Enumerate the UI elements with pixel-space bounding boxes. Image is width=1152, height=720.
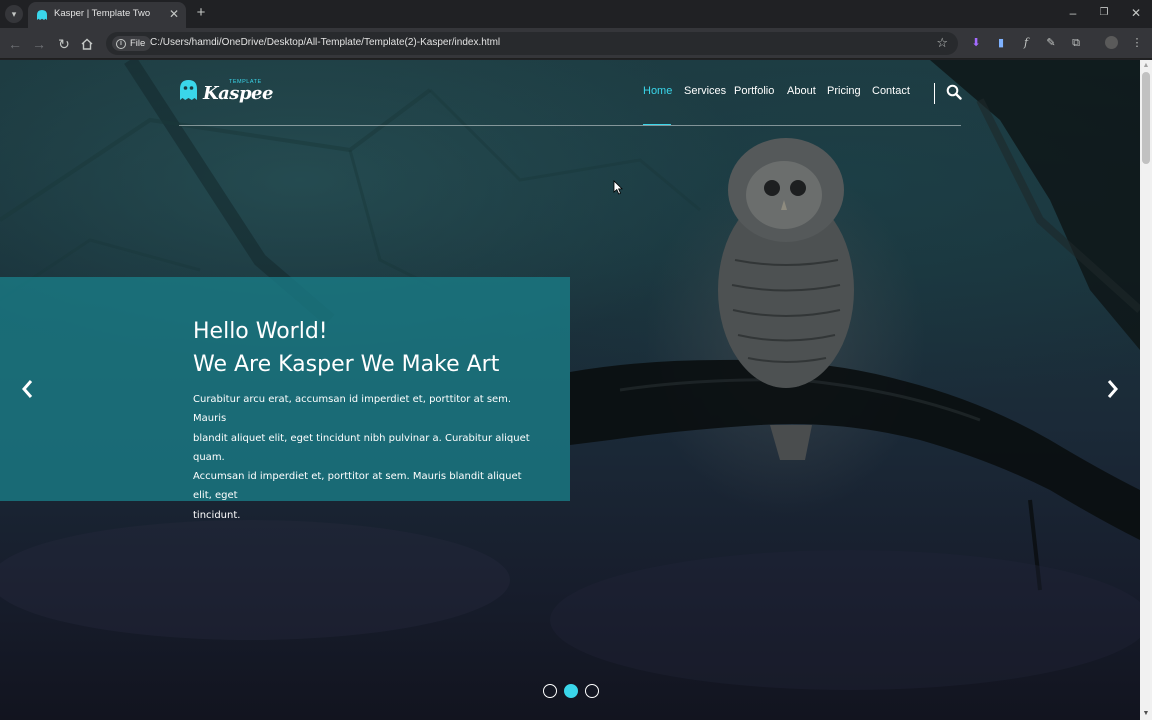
new-tab-plus-icon[interactable]: + — [193, 4, 209, 22]
nav-link-home[interactable]: Home — [643, 85, 672, 97]
hero-description-line2: blandit aliquet elit, eget tincidunt nib… — [193, 432, 530, 463]
tab-title: Kasper | Template Two — [54, 8, 151, 19]
scroll-up-arrow-icon[interactable]: ▲ — [1140, 60, 1152, 72]
hero-headline-line2: We Are Kasper We Make Art — [193, 352, 500, 377]
scroll-down-arrow-icon[interactable]: ▼ — [1140, 708, 1152, 720]
kasper-logo[interactable]: TEMPLATE Kaspee — [179, 78, 273, 106]
page-viewport: TEMPLATE Kaspee Home Services Portfolio … — [0, 60, 1140, 720]
extension-docs-icon[interactable]: ▮ — [994, 36, 1008, 50]
slider-prev-chevron-left-icon[interactable] — [19, 378, 35, 400]
nav-link-about[interactable]: About — [787, 85, 816, 97]
nav-link-services[interactable]: Services — [684, 85, 726, 97]
extension-eyedropper-icon[interactable]: ✎ — [1044, 36, 1058, 50]
home-icon[interactable] — [80, 37, 94, 51]
profile-avatar[interactable] — [1105, 36, 1118, 49]
header-underline — [179, 125, 961, 126]
extensions-puzzle-icon[interactable]: ⧉ — [1069, 36, 1083, 50]
url-text[interactable]: C:/Users/hamdi/OneDrive/Desktop/All-Temp… — [150, 37, 500, 48]
close-window-icon[interactable]: ✕ — [1126, 4, 1146, 22]
hero-headline-line1: Hello World! — [193, 319, 328, 344]
site-info-label: File — [130, 38, 146, 49]
slider-bullets — [543, 684, 599, 698]
bookmark-star-icon[interactable]: ☆ — [936, 35, 948, 51]
extension-download-icon[interactable]: ⬇ — [969, 36, 983, 50]
minimize-icon[interactable]: – — [1063, 4, 1083, 22]
hero-headline: Hello World! We Are Kasper We Make Art — [193, 315, 499, 381]
tab-close-icon[interactable]: ✕ — [169, 6, 179, 22]
nav-link-pricing[interactable]: Pricing — [827, 85, 861, 97]
logo-text: Kaspee — [203, 83, 273, 104]
nav-link-contact[interactable]: Contact — [872, 85, 910, 97]
hero-description-line4: tincidunt. — [193, 509, 241, 521]
hero-description: Curabitur arcu erat, accumsan id imperdi… — [193, 390, 543, 525]
hero-description-line1: Curabitur arcu erat, accumsan id imperdi… — [193, 394, 512, 425]
restore-icon[interactable]: ❐ — [1094, 4, 1114, 22]
site-info-chip[interactable]: i File — [112, 36, 152, 51]
browser-toolbar: ← → ↻ i File C:/Users/hamdi/OneDrive/Des… — [0, 28, 1152, 59]
browser-tab[interactable]: Kasper | Template Two ✕ — [28, 2, 186, 28]
hero-text-box: Hello World! We Are Kasper We Make Art C… — [0, 277, 570, 521]
tab-favicon-ghost-icon — [37, 10, 47, 20]
info-icon: i — [116, 38, 126, 49]
mouse-cursor-icon — [613, 180, 623, 195]
extension-font-icon[interactable]: f — [1019, 36, 1033, 50]
browser-menu-icon[interactable]: ⋮ — [1130, 36, 1144, 50]
slider-bullet-1[interactable] — [543, 684, 557, 698]
page-scrollbar[interactable]: ▲ ▼ — [1140, 60, 1152, 720]
hero-description-line3: Accumsan id imperdiet et, porttitor at s… — [193, 471, 522, 502]
search-icon[interactable] — [946, 84, 962, 100]
address-bar[interactable]: i File C:/Users/hamdi/OneDrive/Desktop/A… — [106, 32, 958, 55]
slider-bullet-3[interactable] — [585, 684, 599, 698]
browser-tab-bar: ▾ Kasper | Template Two ✕ + – ❐ ✕ — [0, 0, 1152, 28]
scroll-thumb[interactable] — [1142, 72, 1150, 164]
nav-active-indicator — [643, 124, 671, 125]
logo-ghost-icon — [180, 80, 197, 100]
nav-divider — [934, 83, 935, 104]
forward-arrow-right-icon[interactable]: → — [30, 35, 48, 53]
nav-link-portfolio[interactable]: Portfolio — [734, 85, 774, 97]
reload-icon[interactable]: ↻ — [55, 35, 73, 53]
slider-next-chevron-right-icon[interactable] — [1105, 378, 1121, 400]
back-arrow-left-icon[interactable]: ← — [6, 35, 24, 53]
tab-list-chevron-down-icon[interactable]: ▾ — [5, 5, 23, 23]
slider-bullet-2[interactable] — [564, 684, 578, 698]
